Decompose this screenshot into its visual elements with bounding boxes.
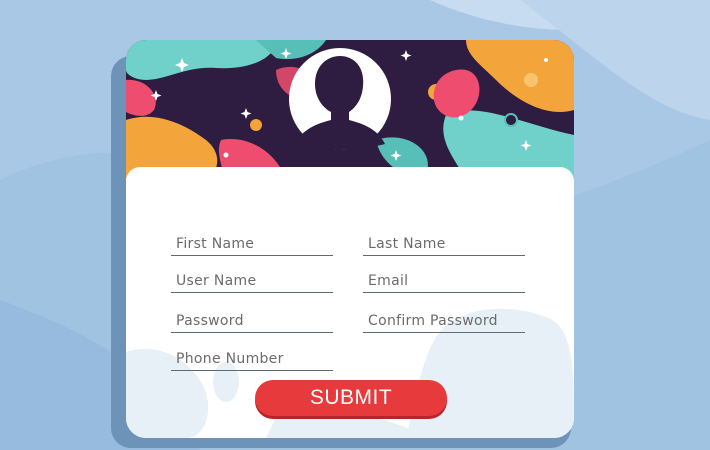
signup-card: First Name Last Name User Name Email Pas… — [126, 40, 574, 438]
phone-number-field[interactable]: Phone Number — [171, 349, 333, 371]
first-name-placeholder: First Name — [176, 236, 255, 252]
password-placeholder: Password — [176, 313, 244, 329]
submit-button[interactable]: SUBMIT — [255, 380, 447, 416]
phone-number-placeholder: Phone Number — [176, 351, 284, 367]
email-placeholder: Email — [368, 273, 409, 289]
email-field[interactable]: Email — [363, 271, 525, 293]
confirm-password-placeholder: Confirm Password — [368, 313, 498, 329]
password-field[interactable]: Password — [171, 311, 333, 333]
user-name-field[interactable]: User Name — [171, 271, 333, 293]
first-name-field[interactable]: First Name — [171, 234, 333, 256]
last-name-placeholder: Last Name — [368, 236, 446, 252]
user-name-placeholder: User Name — [176, 273, 257, 289]
last-name-field[interactable]: Last Name — [363, 234, 525, 256]
confirm-password-field[interactable]: Confirm Password — [363, 311, 525, 333]
avatar[interactable] — [275, 48, 405, 150]
